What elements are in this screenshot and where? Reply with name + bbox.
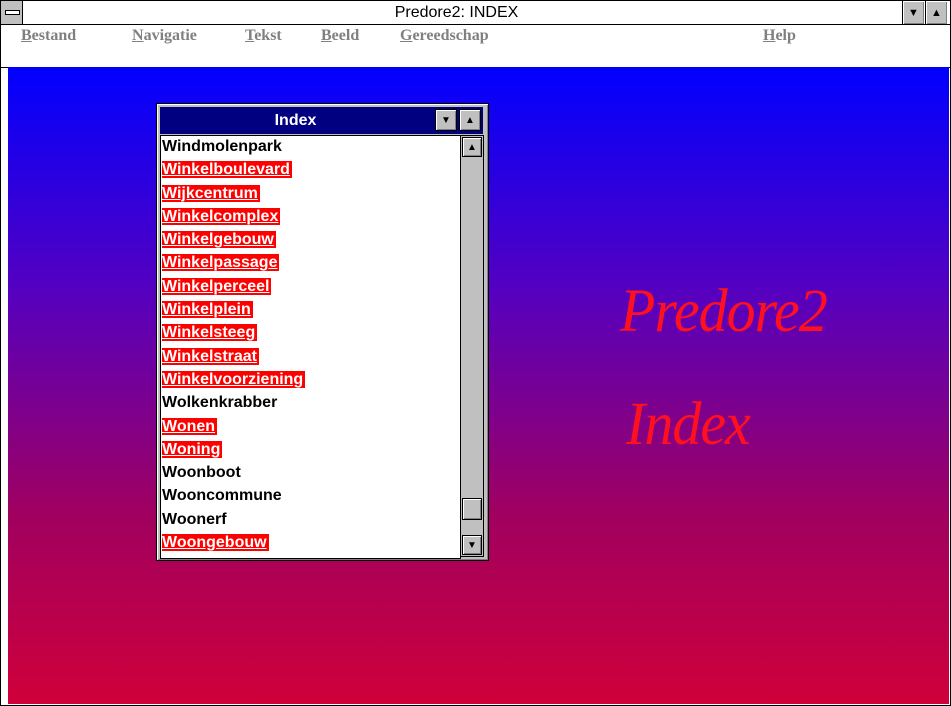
list-item-label[interactable]: Winkelplein [162,301,253,319]
list-item[interactable]: Woongebouw [161,532,460,555]
index-list[interactable]: Windmolenpark Winkelboulevard Wijkcentrum W… [160,135,461,559]
index-minimize-button[interactable]: ▼ [435,109,457,131]
list-item[interactable]: Woonerf [161,509,460,532]
list-item[interactable]: Winkelvoorziening [161,369,460,392]
vertical-scrollbar[interactable]: ▲ ▼ [460,135,484,557]
list-item[interactable]: Woonboot [161,462,460,485]
list-item[interactable]: Winkelpassage [161,252,460,275]
triangle-up-icon: ▲ [931,6,942,19]
index-window: Index ▼ ▲ Windmolenpark Winkelboulevard Wi… [156,103,489,561]
index-maximize-button[interactable]: ▲ [459,109,481,131]
scroll-up-button[interactable]: ▲ [462,137,482,157]
menu-navigatie[interactable]: Navigatie [132,27,197,45]
list-item-label[interactable]: Woongebouw [162,534,269,552]
list-item-label[interactable]: Winkelcomplex [162,207,281,225]
list-item-label: Woonboot [162,464,241,482]
list-item[interactable]: Winkelgebouw [161,229,460,252]
triangle-up-icon: ▲ [465,114,475,126]
list-item-label[interactable]: Winkelpassage [162,254,280,272]
system-menu-icon [5,10,20,15]
window-title: Predore2: INDEX [394,4,519,21]
arrow-up-icon: ▲ [467,141,477,153]
list-item[interactable]: Winkelstraat [161,346,460,369]
deco-title-predore2: Predore2 [620,276,828,345]
list-item[interactable]: Wonen [161,416,460,439]
list-item-label[interactable]: Woning [162,440,223,458]
list-item[interactable]: Winkelcomplex [161,206,460,229]
list-item-label[interactable]: Wijkcentrum [162,184,260,202]
list-item-label[interactable]: Winkelsteeg [162,324,258,342]
list-item[interactable]: Wijkcentrum [161,183,460,206]
index-title-bar[interactable]: Index ▼ ▲ [160,107,483,134]
list-item[interactable]: Winkelperceel [161,276,460,299]
list-item-label[interactable]: Winkelvoorziening [162,370,306,388]
deco-title-index: Index [626,389,751,458]
list-item[interactable]: Woning [161,439,460,462]
list-item[interactable]: Winkelboulevard [161,159,460,182]
list-item-label: Wolkenkrabber [162,394,278,412]
list-item-label: Windmolenpark [162,138,282,155]
list-item-label[interactable]: Winkelperceel [162,277,272,295]
list-item-label: Wooncommune [162,487,282,505]
list-item-label[interactable]: Winkelstraat [162,347,259,365]
menu-gereedschap[interactable]: Gereedschap [400,27,489,45]
menu-bestand[interactable]: Bestand [21,27,76,45]
scroll-down-button[interactable]: ▼ [462,535,482,555]
list-item[interactable]: Windmolenpark [161,136,460,159]
system-menu-button[interactable] [1,1,23,24]
title-bar[interactable]: Predore2: INDEX ▼ ▲ [1,1,950,25]
triangle-down-icon: ▼ [441,114,451,126]
scroll-thumb[interactable] [462,498,482,520]
menu-help[interactable]: Help [763,27,796,45]
list-item-label[interactable]: Wonen [162,417,218,435]
triangle-down-icon: ▼ [908,6,919,19]
maximize-button[interactable]: ▲ [925,1,947,24]
index-title: Index [274,112,317,129]
list-item[interactable]: Winkelsteeg [161,322,460,345]
list-item-label[interactable]: Winkelboulevard [162,161,292,179]
menu-beeld[interactable]: Beeld [321,27,359,45]
list-item[interactable]: Winkelplein [161,299,460,322]
minimize-button[interactable]: ▼ [902,1,924,24]
list-item[interactable]: Wolkenkrabber [161,392,460,415]
arrow-down-icon: ▼ [467,539,477,551]
list-item-label[interactable]: Winkelgebouw [162,231,276,249]
menu-bar: Bestand Navigatie Tekst Beeld Gereedscha… [1,25,950,68]
list-item[interactable]: Wooncommune [161,485,460,508]
menu-tekst[interactable]: Tekst [245,27,282,45]
list-item-label: Woonerf [162,510,227,528]
